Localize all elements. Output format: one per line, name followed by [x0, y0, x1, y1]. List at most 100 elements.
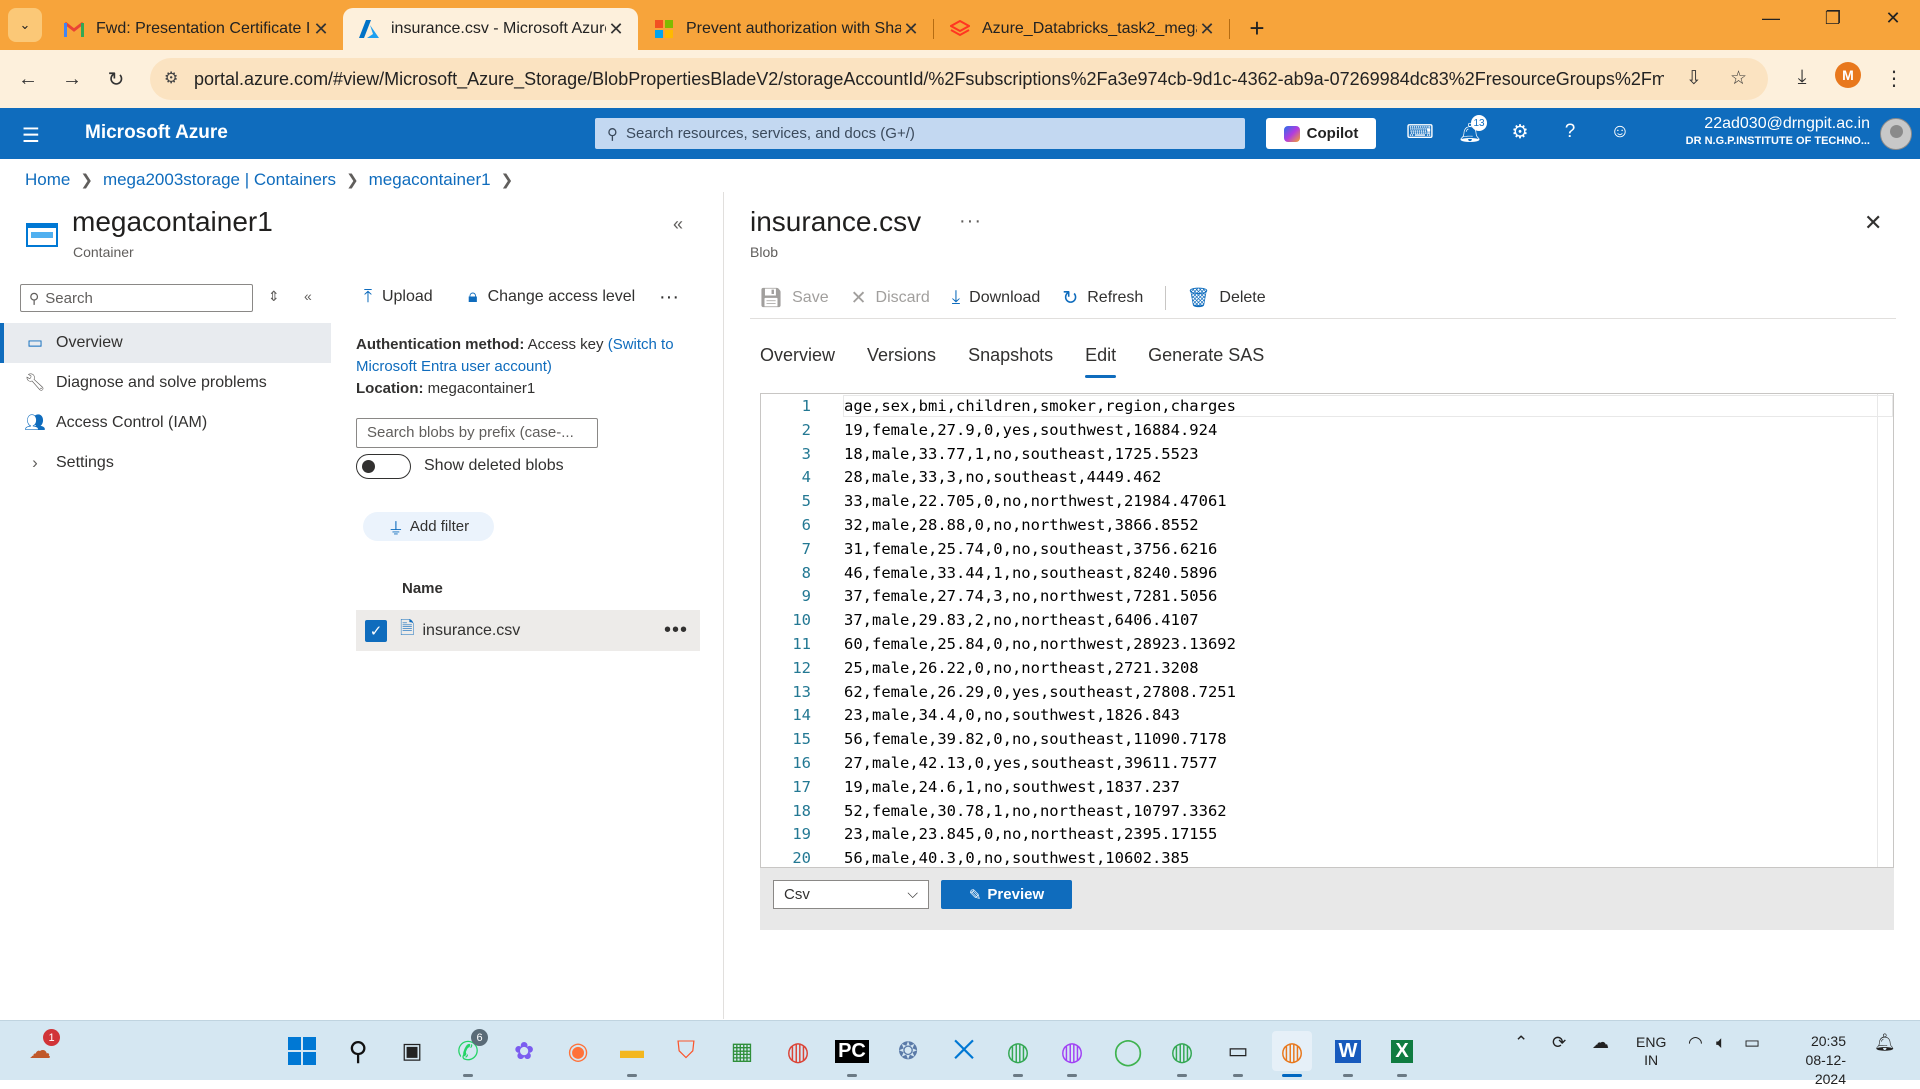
code-editor[interactable]: 1 age,sex,bmi,children,smoker,region,char… [760, 393, 1894, 868]
chrome-icon[interactable]: ◍ [778, 1031, 818, 1071]
breadcrumb-home[interactable]: Home [25, 170, 70, 190]
wifi-icon[interactable]: ◠ [1688, 1033, 1703, 1053]
chrome-active-icon[interactable]: ◍ [1272, 1031, 1312, 1077]
code-line[interactable]: 12 25,male,26.22,0,no,northeast,2721.3208 [761, 656, 1871, 680]
tab-edit[interactable]: Edit [1085, 345, 1117, 378]
table-row[interactable]: ✓ 🗎︎ insurance.csv ••• [356, 610, 700, 651]
collapse-blade-icon[interactable]: « [673, 214, 683, 235]
browser-tab[interactable]: Azure_Databricks_task2_mega - ✕ [934, 8, 1229, 50]
copilot-button[interactable]: Copilot [1266, 118, 1376, 149]
more-menu-icon[interactable]: ⋮ [1872, 66, 1916, 91]
close-icon[interactable]: ✕ [606, 19, 626, 40]
account-menu[interactable]: 22ad030@drngpit.ac.in DR N.G.P.INSTITUTE… [1686, 115, 1870, 147]
name-column-header[interactable]: Name [402, 580, 443, 597]
brave-icon[interactable]: ⛉ [666, 1031, 706, 1071]
notifications-center-icon[interactable]: 🔔︎ [1874, 1033, 1896, 1053]
more-commands-icon[interactable]: ··· [659, 286, 679, 309]
preview-button[interactable]: ✎ Preview [941, 880, 1072, 909]
chrome-profile-icon[interactable]: ◍ [1052, 1031, 1092, 1077]
search-icon[interactable]: ⚲ [338, 1031, 378, 1071]
delete-button[interactable]: 🗑︎ Delete [1186, 286, 1265, 310]
blob-prefix-search-input[interactable]: Search blobs by prefix (case-... [356, 418, 598, 448]
sync-icon[interactable]: ⟳ [1552, 1033, 1566, 1053]
code-line[interactable]: 13 62,female,26.29,0,yes,southeast,27808.… [761, 680, 1871, 704]
code-line[interactable]: 8 46,female,33.44,1,no,southeast,8240.589… [761, 561, 1871, 585]
whatsapp-icon[interactable]: ✆ 6 [448, 1029, 488, 1077]
tab-snapshots[interactable]: Snapshots [968, 345, 1053, 366]
code-line[interactable]: 18 52,female,30.78,1,no,northeast,10797.3… [761, 799, 1871, 823]
close-icon[interactable]: ✕ [1197, 19, 1217, 40]
show-deleted-toggle[interactable] [356, 454, 411, 479]
code-line[interactable]: 10 37,male,29.83,2,no,northeast,6406.4107 [761, 608, 1871, 632]
code-line[interactable]: 17 19,male,24.6,1,no,southwest,1837.237 [761, 775, 1871, 799]
blob-more-icon[interactable]: ··· [959, 210, 982, 233]
code-line[interactable]: 19 23,male,23.845,0,no,northeast,2395.171… [761, 822, 1871, 846]
minimize-icon[interactable]: — [1756, 8, 1786, 29]
tab-search-button[interactable]: ⌄ [8, 8, 42, 42]
menu-search-input[interactable]: ⚲ Search [20, 284, 253, 312]
discard-button[interactable]: ✕ Discard [851, 287, 930, 310]
settings-gear-icon[interactable]: ⚙ [1505, 121, 1535, 144]
save-button[interactable]: 💾︎ Save [759, 286, 829, 310]
close-icon[interactable]: ✕ [311, 19, 331, 40]
breadcrumb-container[interactable]: megacontainer1 [369, 170, 491, 190]
editor-scrollbar[interactable] [1877, 394, 1893, 867]
account-avatar[interactable] [1880, 118, 1912, 150]
change-access-level-button[interactable]: 🔒︎ Change access level [468, 286, 635, 307]
row-checkbox[interactable]: ✓ [365, 619, 387, 642]
azure-brand[interactable]: Microsoft Azure [85, 122, 228, 144]
feedback-icon[interactable]: ☺ [1605, 121, 1635, 143]
college-app-icon[interactable]: ❂ [888, 1031, 928, 1071]
refresh-button[interactable]: ↻ Refresh [1062, 287, 1143, 310]
tab-overview[interactable]: Overview [760, 345, 835, 366]
code-line[interactable]: 5 33,male,22.705,0,no,northwest,21984.470… [761, 489, 1871, 513]
profile-avatar[interactable]: M [1835, 62, 1861, 88]
system-clock[interactable]: 20:35 08-12-2024 [1786, 1032, 1846, 1089]
browser-tab-active[interactable]: insurance.csv - Microsoft Azure ✕ [343, 8, 638, 50]
code-line[interactable]: 4 28,male,33,3,no,southeast,4449.462 [761, 465, 1871, 489]
back-icon[interactable]: ← [6, 68, 50, 91]
volume-icon[interactable]: 🔈︎ [1716, 1033, 1726, 1053]
add-filter-button[interactable]: ⏚ Add filter [363, 512, 494, 541]
code-line[interactable]: 2 19,female,27.9,0,yes,southwest,16884.92… [761, 418, 1871, 442]
chrome-profile-icon[interactable]: ◍ [1162, 1031, 1202, 1077]
close-icon[interactable]: ✕ [901, 19, 921, 40]
download-button[interactable]: ⤓ Download [952, 287, 1041, 309]
code-line[interactable]: 15 56,female,39.82,0,no,southeast,11090.7… [761, 727, 1871, 751]
code-line[interactable]: 7 31,female,25.74,0,no,southeast,3756.621… [761, 537, 1871, 561]
global-search-input[interactable]: ⚲ Search resources, services, and docs (… [595, 118, 1245, 149]
help-icon[interactable]: ? [1555, 121, 1585, 143]
window-close-icon[interactable]: ✕ [1878, 8, 1908, 29]
close-blade-icon[interactable]: ✕ [1864, 210, 1882, 236]
network-status-icon[interactable]: ☁ [1592, 1033, 1609, 1053]
windows-start-icon[interactable] [282, 1031, 322, 1071]
menu-item-diagnose[interactable]: 🔧︎ Diagnose and solve problems [0, 363, 331, 403]
row-more-icon[interactable]: ••• [664, 619, 688, 642]
reload-icon[interactable]: ↻ [94, 67, 138, 92]
hamburger-menu-icon[interactable]: ☰ [22, 123, 40, 148]
forward-icon[interactable]: → [50, 68, 94, 91]
code-line[interactable]: 14 23,male,34.4,0,no,southwest,1826.843 [761, 703, 1871, 727]
sort-icon[interactable]: ⇕ [268, 288, 280, 305]
task-view-icon[interactable]: ▣ [392, 1031, 432, 1071]
excel-icon[interactable]: X [1382, 1031, 1422, 1077]
weather-widget-icon[interactable]: ☁ 1 [20, 1029, 60, 1071]
code-line[interactable]: 6 32,male,28.88,0,no,northwest,3866.8552 [761, 513, 1871, 537]
circle-app-icon[interactable]: ◯ [1108, 1031, 1148, 1071]
menu-item-iam[interactable]: 👥︎ Access Control (IAM) [0, 403, 331, 443]
browser-tab[interactable]: Fwd: Presentation Certificate ID ✕ [48, 8, 343, 50]
tab-versions[interactable]: Versions [867, 345, 936, 366]
site-info-icon[interactable]: ⚙ [164, 68, 178, 88]
code-line[interactable]: 20 56,male,40.3,0,no,southwest,10602.385 [761, 846, 1871, 867]
tab-generate-sas[interactable]: Generate SAS [1148, 345, 1264, 366]
pycharm-icon[interactable]: PC [832, 1031, 872, 1077]
code-line[interactable]: 11 60,female,25.84,0,no,northwest,28923.1… [761, 632, 1871, 656]
battery-icon[interactable]: ▭ [1744, 1033, 1760, 1053]
new-tab-button[interactable]: + [1242, 13, 1272, 44]
bookmark-star-icon[interactable]: ☆ [1730, 67, 1747, 90]
menu-item-overview[interactable]: ▭ Overview [0, 323, 331, 363]
chrome-profile-icon[interactable]: ◍ [998, 1031, 1038, 1077]
language-indicator[interactable]: ENG IN [1636, 1033, 1666, 1069]
menu-item-settings[interactable]: › Settings [0, 443, 331, 483]
code-line[interactable]: 9 37,female,27.74,3,no,northwest,7281.505… [761, 584, 1871, 608]
